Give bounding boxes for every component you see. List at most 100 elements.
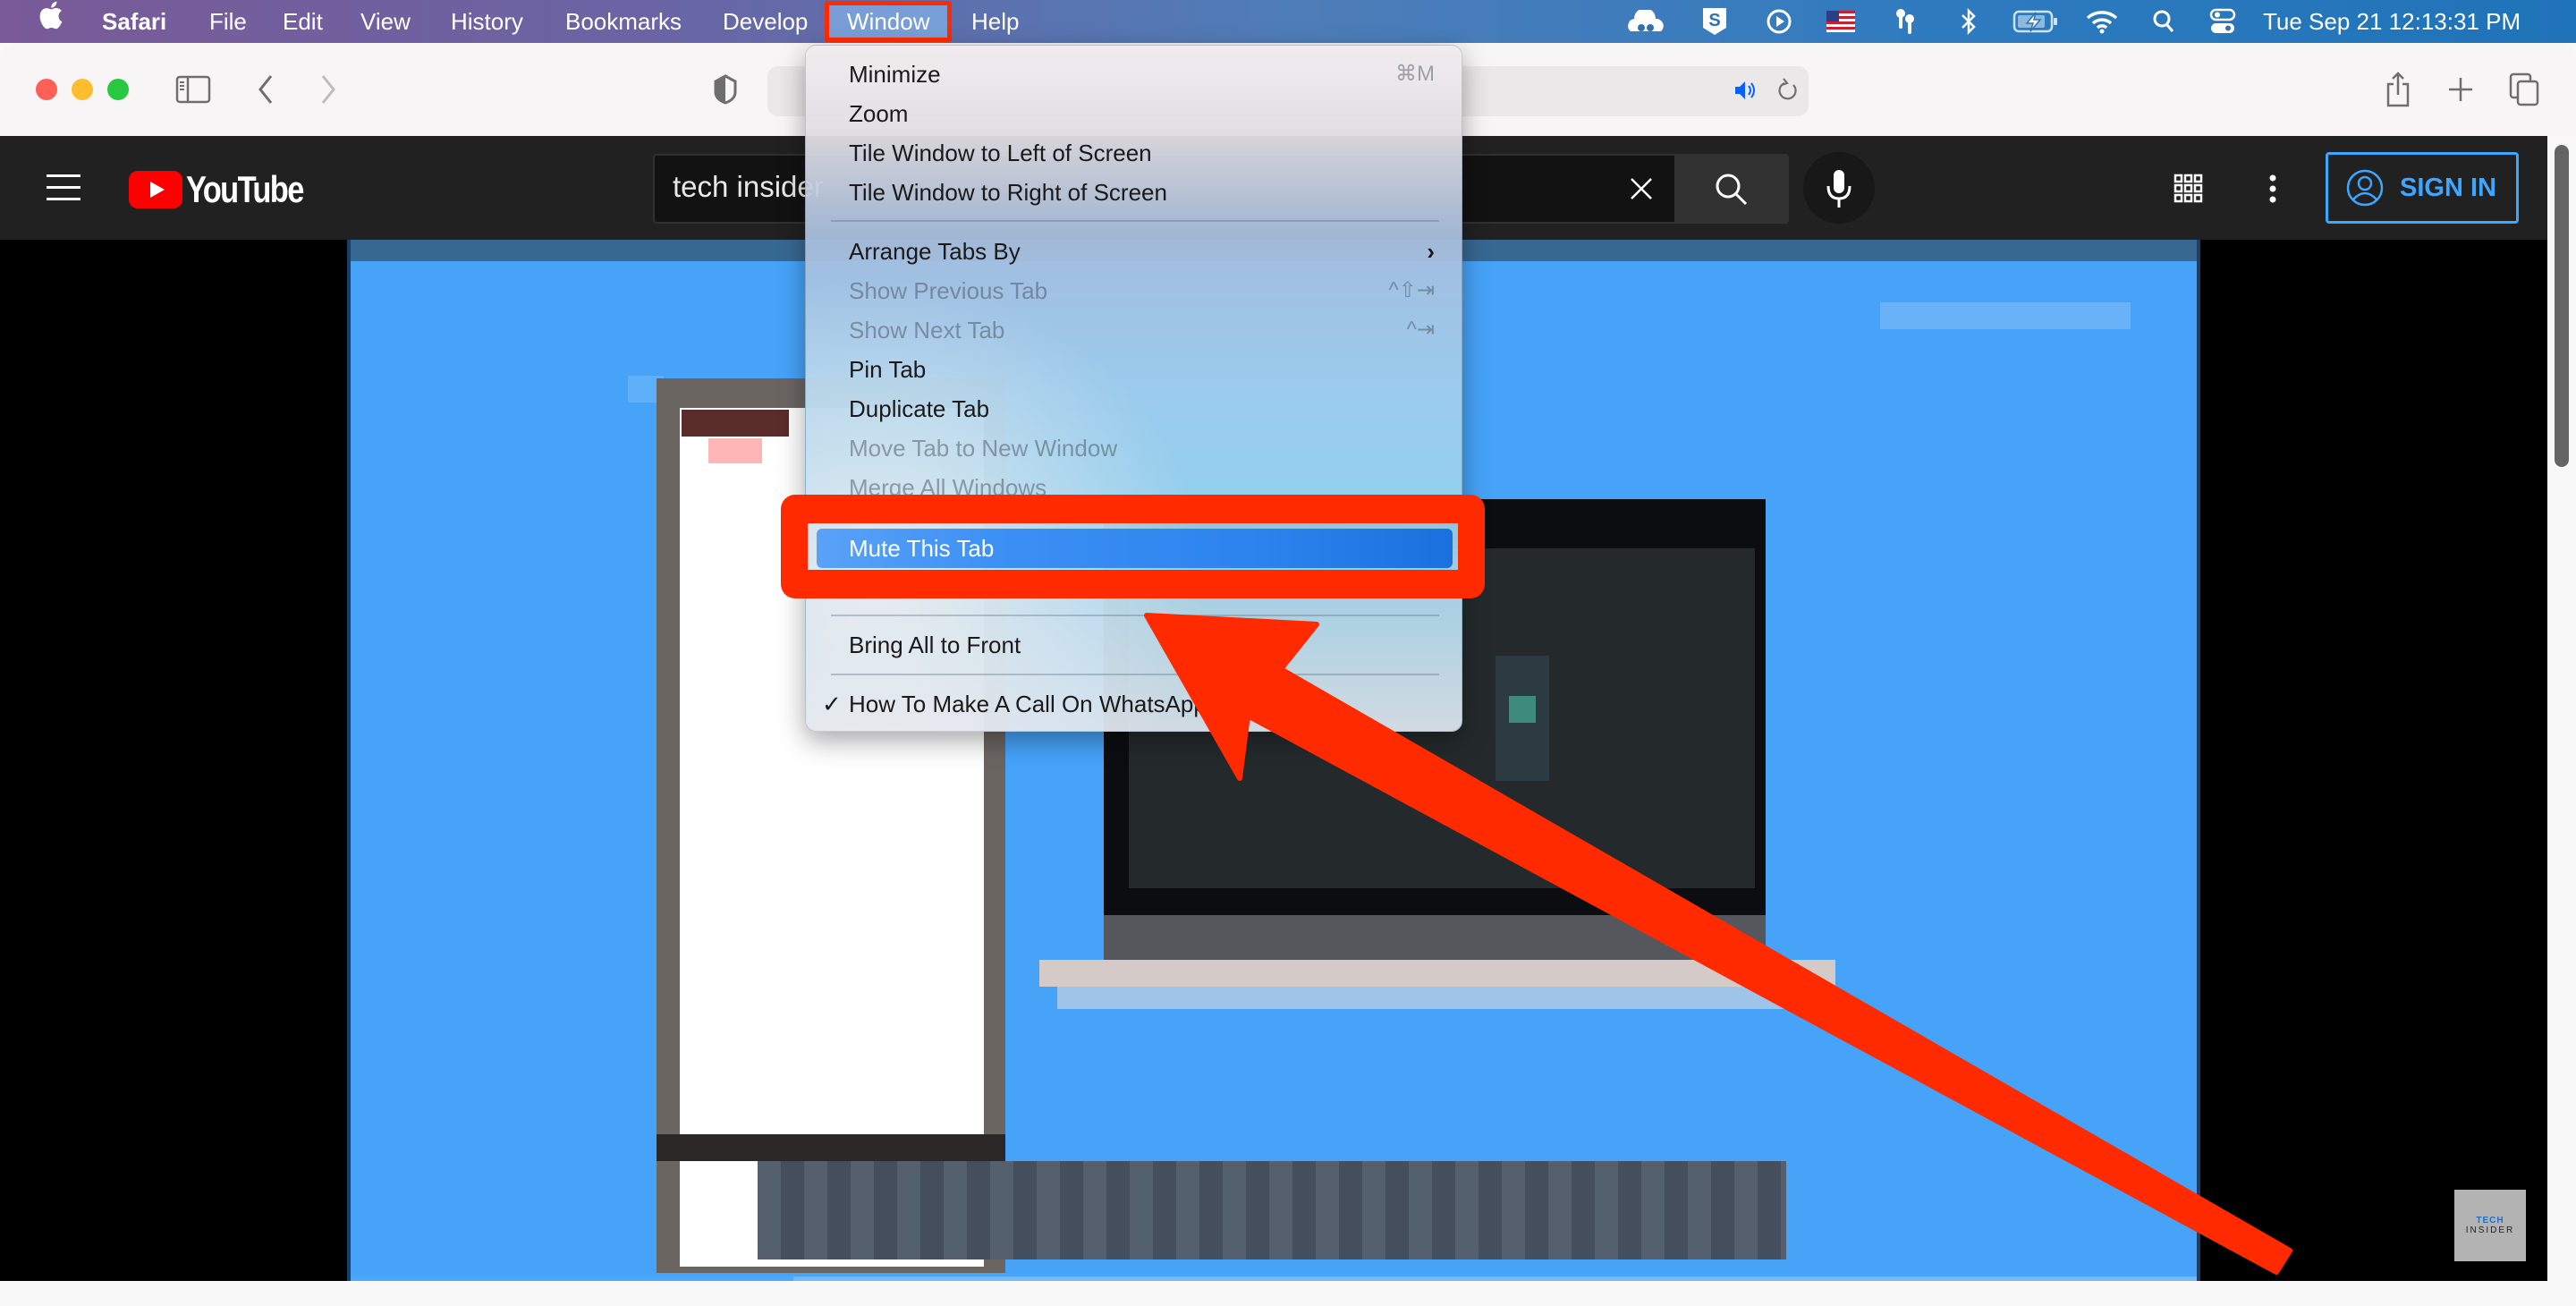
youtube-search-button[interactable] [1674,154,1789,224]
menu-item-minimize[interactable]: Minimize ⌘M [806,55,1462,94]
voice-search-button[interactable] [1803,152,1875,224]
shortcut-label: ^⇥ [1406,318,1435,342]
youtube-apps-button[interactable] [2174,174,2204,208]
menu-item-label: Tile Window to Right of Screen [849,179,1167,206]
s-shield-icon[interactable]: S [1699,7,1730,36]
us-flag-icon[interactable] [1825,7,1857,36]
youtube-search-value: tech insider [673,170,824,203]
back-button[interactable] [252,73,279,106]
menu-item-show-previous-tab: Show Previous Tab ^⇧⇥ [806,271,1462,310]
svg-text:S: S [1708,11,1720,30]
play-circle-icon[interactable] [1764,7,1794,36]
minimize-window-button[interactable] [72,79,93,100]
menu-item-label: Pin Tab [849,356,927,383]
menu-help[interactable]: Help [971,0,1019,43]
forward-button[interactable] [315,73,342,106]
menu-item-pin-tab[interactable]: Pin Tab [806,350,1462,389]
hamburger-icon [47,174,80,200]
shortcut-label: ^⇧⇥ [1388,278,1435,302]
menu-item-duplicate-tab[interactable]: Duplicate Tab [806,389,1462,428]
spotlight-search-icon[interactable] [2150,7,2177,36]
menu-item-tile-right[interactable]: Tile Window to Right of Screen [806,173,1462,212]
control-center-icon[interactable] [2207,7,2238,36]
menu-item-label: Show Next Tab [849,317,1005,343]
menu-item-label: Merge All Windows [849,474,1047,501]
menu-item-arrange-tabs-by[interactable]: Arrange Tabs By › [806,232,1462,271]
submenu-chevron-icon: › [1427,238,1435,265]
creative-cloud-icon[interactable] [1623,7,1668,36]
laptop-shadow [1057,987,1809,1009]
window-menu-dropdown: Minimize ⌘M Zoom Tile Window to Left of … [805,45,1462,732]
page-scrollbar-thumb[interactable] [2555,145,2569,467]
share-icon [2386,72,2410,107]
microphone-icon [1826,170,1852,208]
keyboard-blur-texture [758,1161,1786,1259]
menu-item-label: Mute This Tab [849,535,995,562]
tab-overview-button[interactable] [2508,72,2542,107]
laptop-hinge [1104,915,1766,960]
menu-edit[interactable]: Edit [283,0,323,43]
reload-button[interactable] [1775,75,1801,106]
apple-menu-icon[interactable] [39,0,63,43]
menu-separator [831,615,1439,616]
menu-item-label: Duplicate Tab [849,395,990,422]
menu-item-bring-all-to-front[interactable]: Bring All to Front [806,625,1462,665]
menu-bookmarks[interactable]: Bookmarks [565,0,682,43]
clear-search-button[interactable] [1628,175,1655,207]
shield-half-icon [714,74,737,105]
menu-item-label: Bring All to Front [849,632,1021,658]
more-vertical-icon [2269,174,2276,203]
menu-item-label: Minimize [849,61,941,88]
close-window-button[interactable] [36,79,57,100]
youtube-play-logo-icon [129,171,182,208]
laptop-screen-figure-detail [1509,696,1536,723]
menu-item-label: Zoom [849,100,909,127]
video-blurred-text [1880,302,2131,329]
bluetooth-icon[interactable] [1955,7,1982,36]
menu-item-show-next-tab: Show Next Tab ^⇥ [806,310,1462,350]
menu-item-tile-left[interactable]: Tile Window to Left of Screen [806,133,1462,173]
new-tab-button[interactable] [2445,73,2476,106]
menu-item-mute-this-tab[interactable]: Mute This Tab [817,529,1453,568]
share-button[interactable] [2383,70,2413,109]
apps-grid-icon [2174,174,2203,203]
wifi-icon[interactable] [2084,7,2120,36]
menu-item-move-tab-to-new-window: Move Tab to New Window [806,428,1462,468]
menu-item-label: Arrange Tabs By [849,238,1021,265]
phone-notch [682,410,789,437]
zoom-window-button[interactable] [107,79,129,100]
tab-audio-button[interactable] [1732,77,1758,104]
phone-bottom [657,1134,1005,1161]
battery-charging-icon[interactable] [2011,7,2061,36]
menu-item-zoom[interactable]: Zoom [806,94,1462,133]
tabs-overview-icon [2509,72,2539,106]
sign-in-button[interactable]: SIGN IN [2326,152,2519,224]
menu-item-label: Move Tab to New Window [849,435,1118,462]
menu-item-label: Show Previous Tab [849,277,1048,304]
menu-window[interactable]: Window [825,1,953,42]
chevron-left-icon [258,75,273,104]
laptop-base [1039,960,1835,987]
youtube-logo-text: YouTube [186,168,304,210]
watermark-line2: INSIDER [2465,1225,2515,1235]
menu-item-label: How To Make A Call On WhatsApp [849,691,1207,717]
checkmark-icon: ✓ [822,691,842,717]
menu-bar-clock[interactable]: Tue Sep 21 12:13:31 PM [2263,0,2521,43]
tech-insider-watermark: TECH INSIDER [2454,1190,2526,1261]
menu-view[interactable]: View [360,0,411,43]
macos-menu-bar: Safari File Edit View History Bookmarks … [0,0,2576,43]
airpods-icon[interactable] [1892,7,1919,36]
menu-history[interactable]: History [451,0,523,43]
privacy-report-button[interactable] [712,73,739,106]
menu-item-window-how-to-make-a-call[interactable]: ✓ How To Make A Call On WhatsApp [806,684,1462,724]
page-bottom-strip [0,1281,2576,1306]
menu-file[interactable]: File [209,0,247,43]
hamburger-menu-button[interactable] [47,172,82,208]
menu-app-safari[interactable]: Safari [102,0,166,43]
youtube-more-button[interactable] [2268,174,2277,208]
sidebar-icon[interactable] [174,73,213,106]
youtube-logo[interactable]: YouTube [129,168,328,211]
menu-develop[interactable]: Develop [723,0,808,43]
plus-icon [2449,78,2472,101]
menu-item-merge-all-windows: Merge All Windows [806,468,1462,507]
